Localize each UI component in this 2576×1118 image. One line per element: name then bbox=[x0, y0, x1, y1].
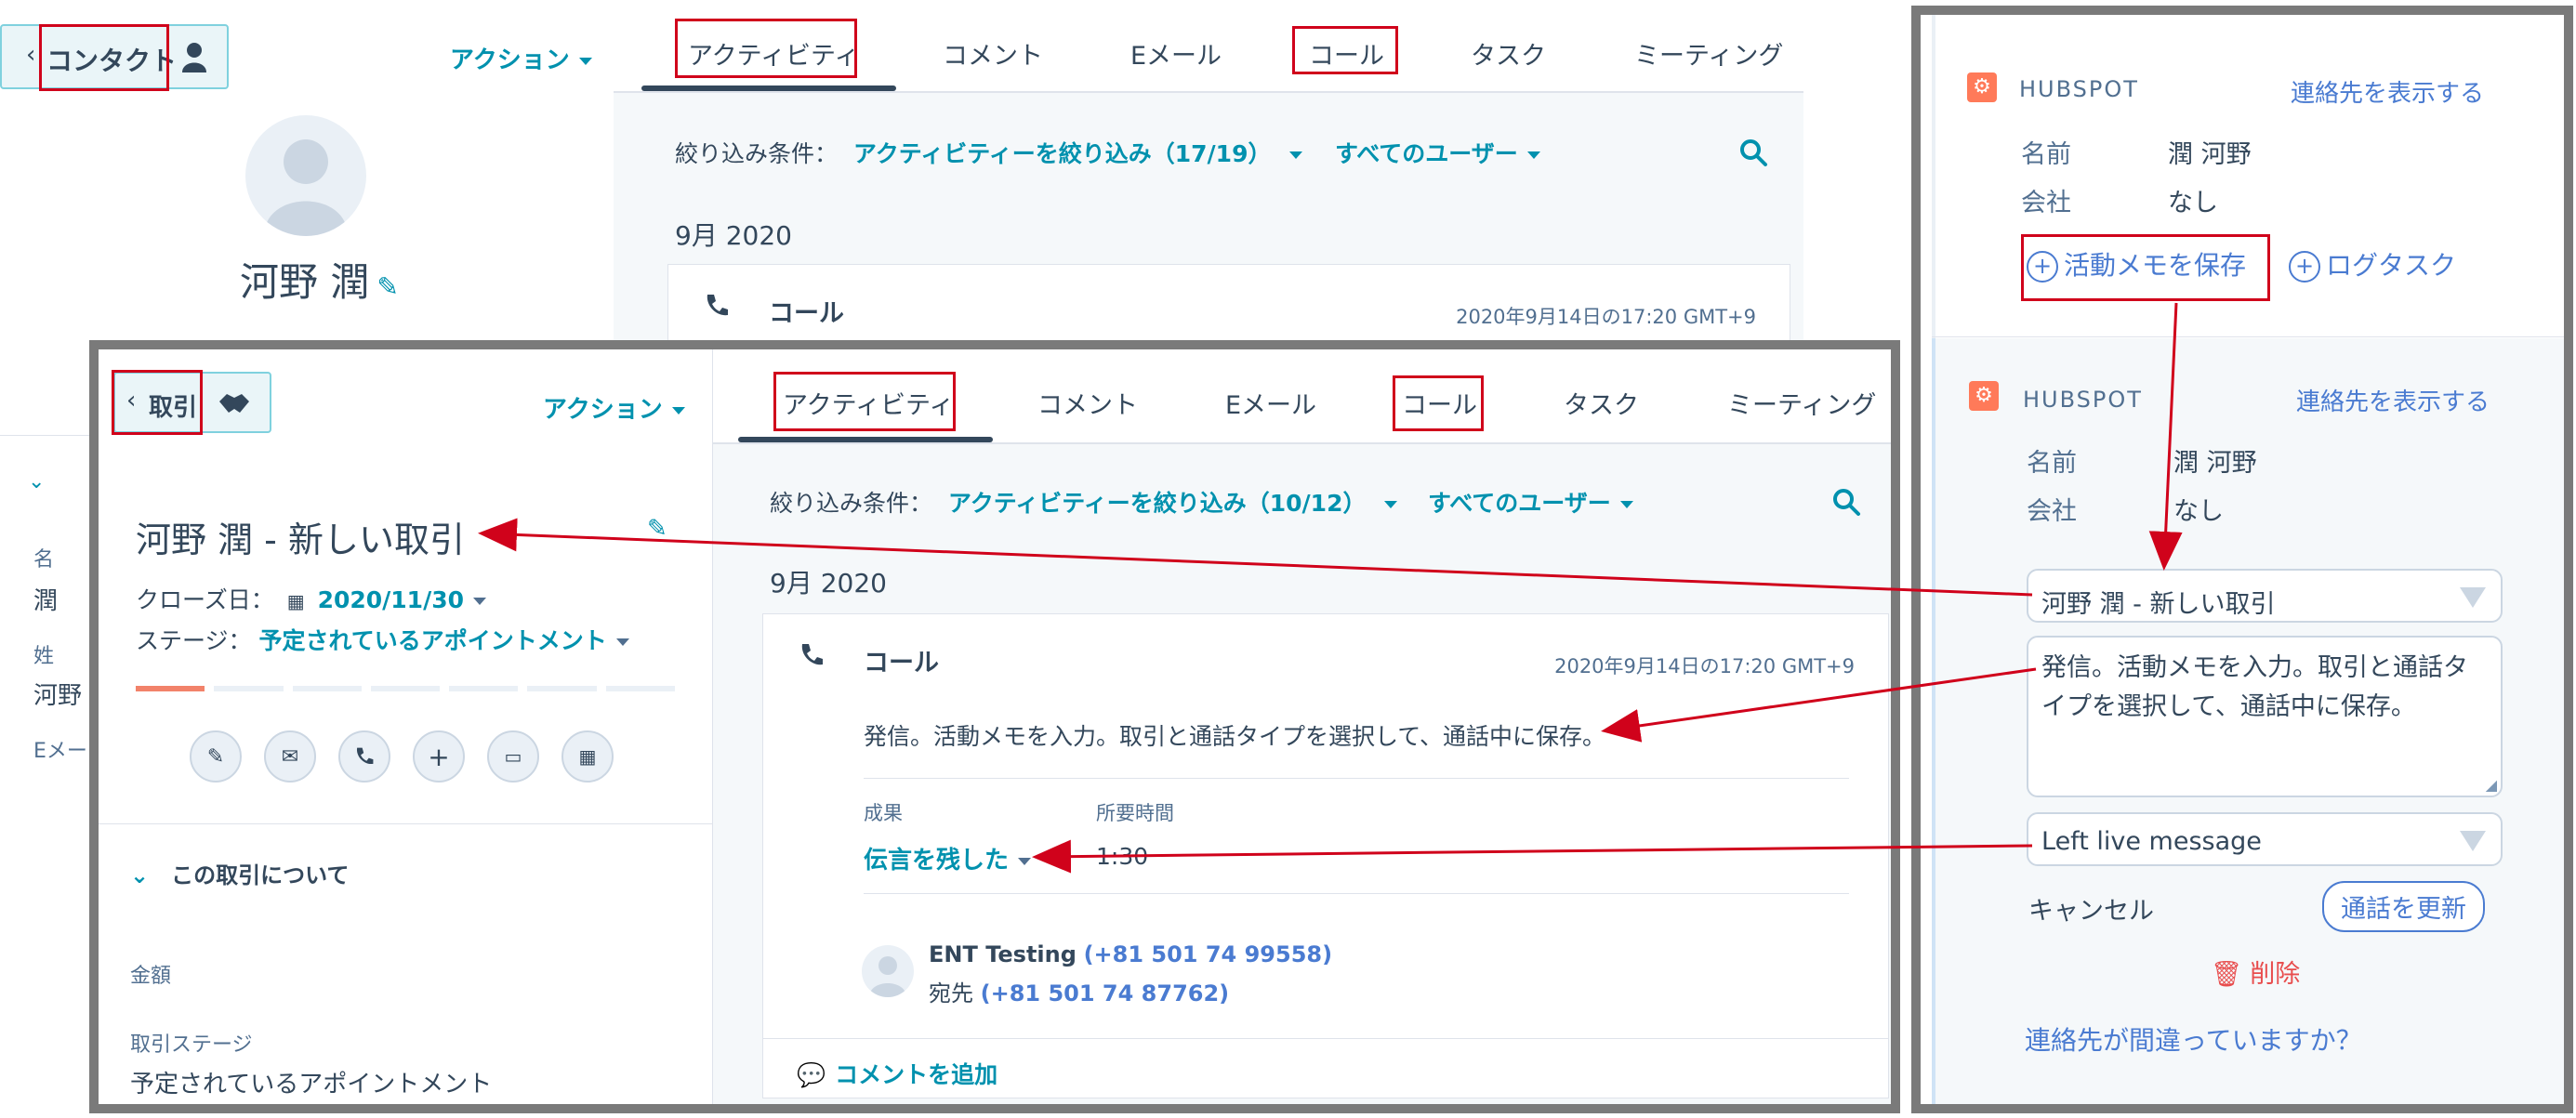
arrow-deal-select-to-deal-name bbox=[478, 518, 2033, 597]
arrow-save-note-to-deal-select bbox=[2148, 302, 2183, 571]
arrow-outcome-to-outcome-field bbox=[1032, 839, 2033, 874]
annotation-arrows bbox=[478, 302, 2183, 874]
arrow-note-to-call-body bbox=[1601, 667, 2037, 743]
